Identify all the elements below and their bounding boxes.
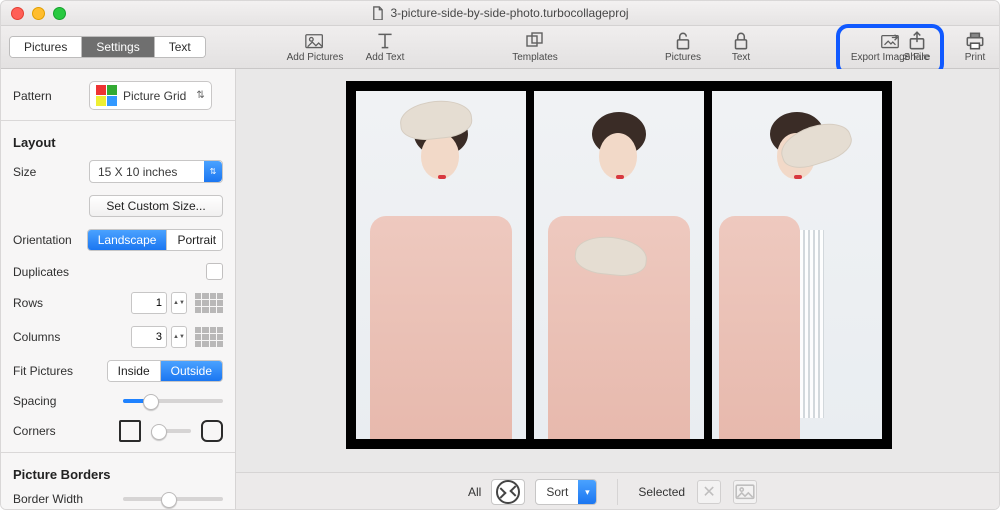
pattern-selector[interactable]: Picture Grid ⇅ [89, 81, 212, 110]
all-label: All [468, 485, 481, 499]
corner-round-icon[interactable] [201, 420, 223, 442]
canvas-area: All Sort ▾ Selected ✕ [236, 69, 999, 510]
window-title: 3-picture-side-by-side-photo.turbocollag… [390, 6, 628, 20]
x-icon: ✕ [702, 482, 715, 502]
share-button[interactable]: Share [897, 31, 937, 63]
toolbar: Pictures Settings Text Add Pictures Add … [1, 26, 999, 69]
close-window[interactable] [11, 7, 24, 20]
fit-outside[interactable]: Outside [161, 361, 222, 381]
spacing-label: Spacing [13, 394, 89, 408]
image-plus-icon [304, 31, 326, 51]
columns-input[interactable] [131, 326, 167, 348]
corner-square-icon[interactable] [119, 420, 141, 442]
orientation-landscape[interactable]: Landscape [88, 230, 168, 250]
border-width-label: Border Width [13, 492, 103, 506]
refresh-button[interactable] [491, 479, 525, 505]
collage-artboard[interactable] [346, 81, 892, 449]
spacing-slider[interactable] [123, 399, 223, 403]
titlebar: 3-picture-side-by-side-photo.turbocollag… [1, 1, 999, 26]
add-pictures-button[interactable]: Add Pictures [283, 31, 347, 63]
orientation-label: Orientation [13, 233, 87, 247]
chevron-down-icon: ▾ [578, 480, 596, 504]
refresh-icon [496, 480, 520, 504]
rows-label: Rows [13, 296, 89, 310]
columns-grid-picker[interactable] [195, 327, 223, 347]
share-icon [906, 31, 928, 51]
zoom-window[interactable] [53, 7, 66, 20]
sort-button[interactable]: Sort ▾ [535, 479, 597, 505]
lock-text-button[interactable]: Text [721, 31, 761, 63]
templates-button[interactable]: Templates [503, 31, 567, 63]
collage-cell-3[interactable] [712, 91, 882, 439]
tab-text[interactable]: Text [155, 37, 205, 57]
corners-slider[interactable] [151, 429, 191, 433]
chevron-updown-icon: ⇅ [196, 90, 204, 101]
print-button[interactable]: Print [955, 31, 995, 63]
lock-pictures-button[interactable]: Pictures [663, 31, 703, 63]
size-label: Size [13, 165, 89, 179]
rows-grid-picker[interactable] [195, 293, 223, 313]
orientation-portrait[interactable]: Portrait [167, 230, 223, 250]
app-window: 3-picture-side-by-side-photo.turbocollag… [0, 0, 1000, 510]
settings-sidebar: Pattern Picture Grid ⇅ Layout Size 15 X … [1, 69, 236, 510]
pattern-label: Pattern [13, 89, 89, 103]
fit-segmented: Inside Outside [107, 360, 223, 382]
corners-label: Corners [13, 424, 89, 438]
columns-stepper[interactable]: ▲▼ [131, 326, 187, 348]
rows-stepper[interactable]: ▲▼ [131, 292, 187, 314]
text-icon [374, 31, 396, 51]
minimize-window[interactable] [32, 7, 45, 20]
tab-settings[interactable]: Settings [82, 37, 154, 57]
lock-icon [730, 31, 752, 51]
border-width-slider[interactable] [123, 497, 223, 501]
traffic-lights [11, 7, 66, 20]
columns-label: Columns [13, 330, 89, 344]
orientation-segmented: Landscape Portrait [87, 229, 223, 251]
tab-pictures[interactable]: Pictures [10, 37, 82, 57]
fit-label: Fit Pictures [13, 364, 89, 378]
duplicates-checkbox[interactable] [206, 263, 223, 280]
stepper-arrows-icon[interactable]: ▲▼ [171, 292, 187, 314]
add-text-button[interactable]: Add Text [365, 31, 405, 63]
printer-icon [964, 31, 986, 51]
rows-input[interactable] [131, 292, 167, 314]
collage-cell-1[interactable] [356, 91, 526, 439]
grid-swatch-icon [96, 85, 117, 106]
chevron-updown-icon: ⇅ [204, 161, 222, 182]
templates-icon [524, 31, 546, 51]
collage-cell-2[interactable] [534, 91, 704, 439]
lock-open-icon [672, 31, 694, 51]
canvas-bottom-bar: All Sort ▾ Selected ✕ [236, 472, 999, 510]
selected-label: Selected [638, 485, 685, 499]
delete-selected-button[interactable]: ✕ [697, 480, 721, 504]
set-custom-size-button[interactable]: Set Custom Size... [89, 195, 223, 217]
fit-inside[interactable]: Inside [108, 361, 161, 381]
selected-image-button[interactable] [733, 480, 757, 504]
stepper-arrows-icon[interactable]: ▲▼ [171, 326, 187, 348]
size-select[interactable]: 15 X 10 inches ⇅ [89, 160, 223, 183]
duplicates-label: Duplicates [13, 265, 206, 279]
layout-section-title: Layout [1, 125, 235, 154]
sidebar-mode-tabs: Pictures Settings Text [9, 36, 206, 58]
picture-borders-title: Picture Borders [1, 457, 235, 486]
document-icon [371, 6, 384, 21]
